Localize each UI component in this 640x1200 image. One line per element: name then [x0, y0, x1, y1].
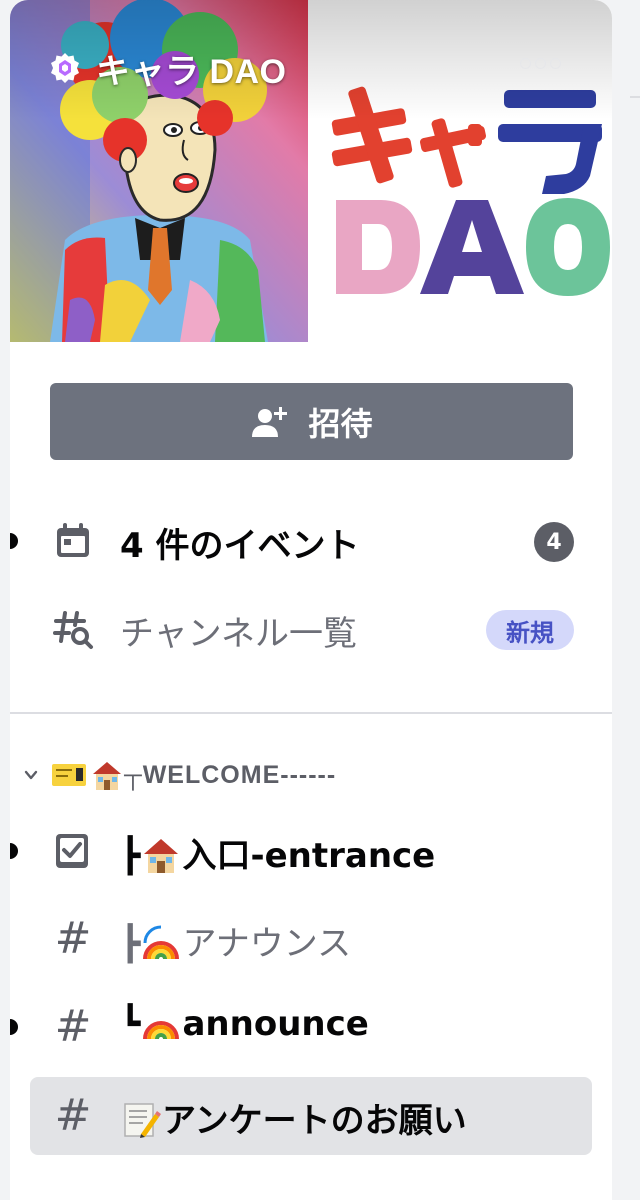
tree-prefix: ┣ — [120, 924, 141, 964]
server-name: キャラ DAO — [96, 52, 287, 91]
channel-entrance[interactable]: ┣ 入口-entrance — [10, 818, 612, 884]
rainbow-icon — [143, 1020, 180, 1039]
kyara-dao-logo — [331, 86, 610, 296]
channel-announce[interactable]: # ┗ announce — [10, 994, 612, 1060]
channel-name: ┣ アナウンス — [120, 916, 351, 966]
unread-indicator — [10, 1019, 18, 1035]
browse-channels-label: チャンネル一覧 — [120, 614, 357, 654]
events-label: 4 件のイベント — [120, 526, 360, 566]
tree-prefix: ┣ — [120, 836, 141, 876]
channel-browse-icon — [50, 606, 96, 652]
hashtag-icon: # — [54, 1090, 92, 1141]
invite-label: 招待 — [308, 404, 373, 443]
channel-name: ┗ announce — [120, 1004, 369, 1046]
channel-announce-jp[interactable]: # ┣ アナウンス — [10, 906, 612, 972]
rainbow-icon — [143, 925, 180, 959]
server-sidebar-panel: キャラ DAO 招待 4 件のイベント 4 チャンネル一覧 新規 ┬WELCOM… — [10, 0, 612, 1200]
channel-title: announce — [182, 1004, 369, 1044]
boost-badge-icon — [51, 53, 79, 83]
server-header[interactable]: キャラ DAO — [48, 46, 287, 91]
rules-channel-icon — [50, 828, 96, 874]
browse-channels-row[interactable]: チャンネル一覧 新規 — [10, 596, 612, 662]
hashtag-icon: # — [54, 1001, 92, 1052]
invite-button[interactable]: 招待 — [50, 383, 573, 460]
channel-title: アナウンス — [182, 924, 352, 964]
more-options-icon[interactable] — [520, 58, 561, 69]
events-row[interactable]: 4 件のイベント 4 — [10, 508, 612, 574]
add-user-icon — [252, 406, 288, 437]
calendar-icon — [50, 518, 96, 564]
channel-name: ┣ 入口-entrance — [120, 828, 435, 878]
tree-prefix: ┗ — [120, 1004, 141, 1044]
unread-indicator — [10, 533, 18, 549]
unread-indicator — [10, 843, 18, 859]
category-label: ┬WELCOME------ — [124, 760, 337, 789]
house-icon — [144, 838, 179, 873]
channel-name: アンケートのお願い — [120, 1093, 467, 1143]
events-count-badge: 4 — [534, 522, 574, 562]
category-welcome[interactable]: ┬WELCOME------ — [22, 758, 336, 792]
section-divider — [10, 712, 612, 714]
server-banner[interactable]: キャラ DAO — [10, 0, 612, 342]
new-badge: 新規 — [486, 610, 574, 650]
background-strip — [626, 0, 640, 1200]
hashtag-icon: # — [54, 913, 92, 964]
house-icon — [93, 762, 121, 790]
channel-survey[interactable]: # アンケートのお願い — [10, 1083, 612, 1149]
ticket-icon — [52, 764, 86, 786]
channel-title: アンケートのお願い — [162, 1101, 467, 1141]
channel-title: 入口-entrance — [182, 836, 436, 876]
memo-icon — [124, 1102, 161, 1138]
chevron-down-icon — [24, 770, 38, 780]
